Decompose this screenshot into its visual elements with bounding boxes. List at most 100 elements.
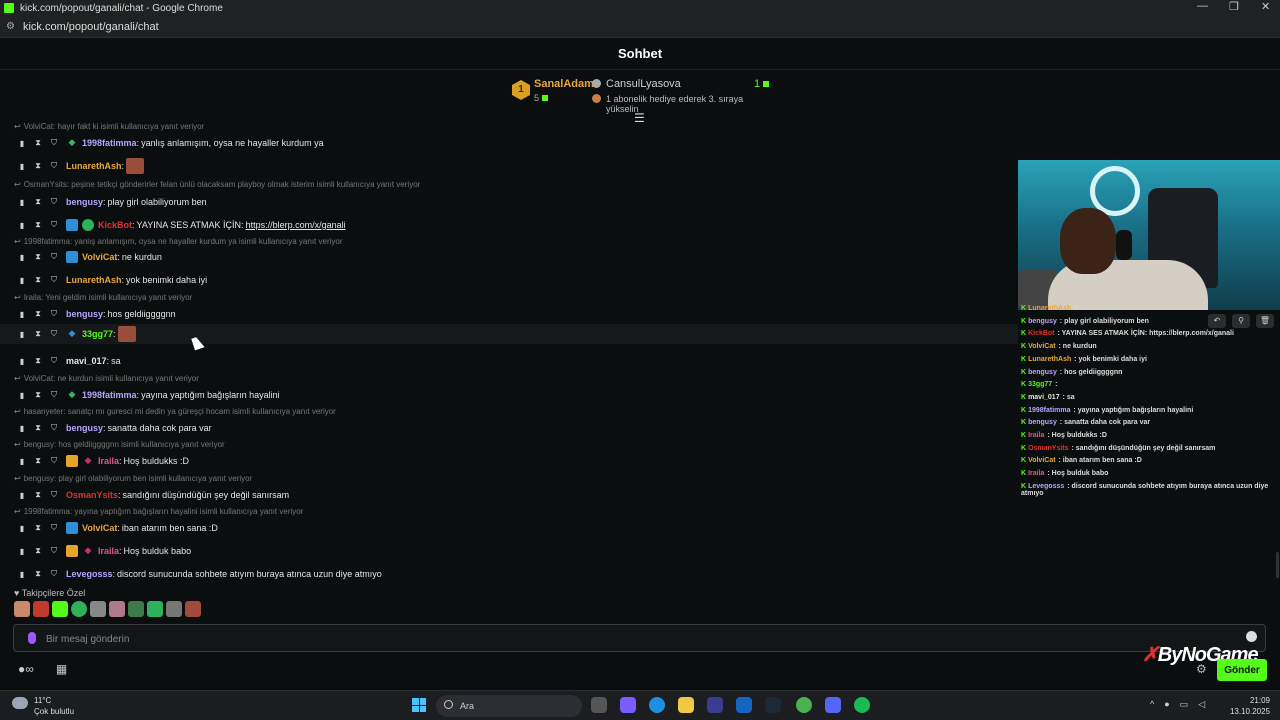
- delete-icon[interactable]: ▮: [18, 310, 26, 319]
- username[interactable]: OsmanYsits: [66, 490, 118, 500]
- network-icon[interactable]: ▭: [1180, 699, 1189, 710]
- delete-icon[interactable]: ▮: [18, 198, 26, 207]
- delete-icon[interactable]: ▮: [18, 162, 26, 171]
- ban-icon[interactable]: ⛉: [50, 490, 58, 500]
- emote-icon[interactable]: [109, 601, 125, 617]
- reply-context[interactable]: ↩ 1998fatimma: yayına yaptığım bağışların…: [0, 505, 1018, 517]
- username[interactable]: LunarethAsh: [66, 161, 122, 171]
- emote-icon[interactable]: [71, 601, 87, 617]
- volume-icon[interactable]: ◁: [1198, 699, 1205, 710]
- timeout-icon[interactable]: ⧗: [34, 546, 42, 556]
- outlook-icon[interactable]: [736, 697, 752, 713]
- timeout-icon[interactable]: ⧗: [34, 161, 42, 171]
- reply-context[interactable]: ↩ VolviCat: hayır fakt ki isimli kullanıc…: [0, 120, 1018, 132]
- message-input-container[interactable]: [13, 624, 1266, 652]
- reward-icon[interactable]: ●∞: [18, 662, 34, 676]
- emote-icon[interactable]: [90, 601, 106, 617]
- username[interactable]: Levegosss: [66, 569, 113, 579]
- delete-icon[interactable]: ▮: [18, 276, 26, 285]
- ban-icon[interactable]: ⛉: [50, 220, 58, 230]
- message-input[interactable]: [46, 630, 1226, 648]
- username[interactable]: 1998fatimma: [82, 138, 137, 148]
- ban-icon[interactable]: ⛉: [50, 252, 58, 262]
- ban-icon[interactable]: ⛉: [50, 197, 58, 207]
- timeout-icon[interactable]: ⧗: [34, 456, 42, 466]
- reply-context[interactable]: ↩ Iraila: Yeni geldim isimli kullanıcıya …: [0, 291, 1018, 303]
- delete-icon[interactable]: ▮: [18, 524, 26, 533]
- reply-context[interactable]: ↩ hasanyeter: sanatçı mı guresci mi dedin…: [0, 405, 1018, 417]
- address-url[interactable]: kick.com/popout/ganali/chat: [23, 21, 159, 33]
- tray-mic-icon[interactable]: ●: [1164, 699, 1169, 710]
- timeout-icon[interactable]: ⧗: [34, 423, 42, 433]
- delete-icon[interactable]: ▮: [18, 221, 26, 230]
- delete-icon[interactable]: ▮: [18, 391, 26, 400]
- timeout-icon[interactable]: ⧗: [34, 220, 42, 230]
- leader-second-name[interactable]: CansulLyasova: [606, 78, 681, 90]
- ban-icon[interactable]: ⛉: [50, 329, 58, 339]
- taskbar-search[interactable]: Ara: [436, 695, 582, 717]
- ban-icon[interactable]: ⛉: [50, 546, 58, 556]
- store-app-icon[interactable]: [707, 697, 723, 713]
- timeout-icon[interactable]: ⧗: [34, 309, 42, 319]
- clock[interactable]: 21:09 13.10.2025: [1226, 695, 1270, 717]
- scrollbar[interactable]: [1276, 552, 1279, 578]
- timeout-icon[interactable]: ⧗: [34, 390, 42, 400]
- store-icon[interactable]: ▦: [56, 662, 67, 676]
- copilot-icon[interactable]: [620, 697, 636, 713]
- windows-start-icon[interactable]: [412, 698, 426, 712]
- username[interactable]: VolviCat: [82, 523, 117, 533]
- send-button[interactable]: Gönder: [1217, 659, 1267, 681]
- weather-widget[interactable]: 11°C Çok bulutlu: [12, 695, 74, 717]
- reply-context[interactable]: ↩ bengusy: play girl olabiliyorum ben isi…: [0, 472, 1018, 484]
- reply-context[interactable]: ↩ bengusy: hos geldiiggggnn isimli kullan…: [0, 438, 1018, 450]
- username[interactable]: VolviCat: [82, 252, 117, 262]
- spotify-icon[interactable]: [854, 697, 870, 713]
- ban-icon[interactable]: ⛉: [50, 309, 58, 319]
- emote-icon[interactable]: [128, 601, 144, 617]
- username[interactable]: Iraila: [98, 546, 119, 556]
- timeout-icon[interactable]: ⧗: [34, 356, 42, 366]
- chat-settings-icon[interactable]: ⚙: [1196, 662, 1207, 676]
- timeout-icon[interactable]: ⧗: [34, 275, 42, 285]
- delete-icon[interactable]: ▮: [18, 424, 26, 433]
- emote-icon[interactable]: [52, 601, 68, 617]
- discord-icon[interactable]: [825, 697, 841, 713]
- timeout-icon[interactable]: ⧗: [34, 329, 42, 339]
- username[interactable]: bengusy: [66, 197, 103, 207]
- delete-icon[interactable]: ▮: [18, 491, 26, 500]
- delete-icon[interactable]: ▮: [18, 547, 26, 556]
- restore-button[interactable]: ❐: [1229, 0, 1239, 13]
- leader-first-name[interactable]: SanalAdam: [534, 78, 594, 90]
- ban-icon[interactable]: ⛉: [50, 161, 58, 171]
- delete-icon[interactable]: ▮: [18, 457, 26, 466]
- reply-context[interactable]: ↩ VolviCat: ne kurdun isimli kullanıcıya …: [0, 372, 1018, 384]
- reply-context[interactable]: ↩ OsmanYsits: peşine tetikçi gönderirler …: [0, 178, 1018, 190]
- username[interactable]: LunarethAsh: [66, 275, 122, 285]
- ban-icon[interactable]: ⛉: [50, 275, 58, 285]
- file-explorer-icon[interactable]: [678, 697, 694, 713]
- timeout-icon[interactable]: ⧗: [34, 252, 42, 262]
- username[interactable]: 1998fatimma: [82, 390, 137, 400]
- chrome-icon[interactable]: [796, 697, 812, 713]
- delete-icon[interactable]: ▮: [18, 253, 26, 262]
- timeout-icon[interactable]: ⧗: [34, 138, 42, 148]
- ban-icon[interactable]: ⛉: [50, 390, 58, 400]
- username[interactable]: mavi_017: [66, 356, 107, 366]
- timeout-icon[interactable]: ⧗: [34, 197, 42, 207]
- delete-icon[interactable]: ▮: [18, 330, 26, 339]
- task-view-icon[interactable]: [591, 697, 607, 713]
- emote-icon[interactable]: [166, 601, 182, 617]
- timeout-icon[interactable]: ⧗: [34, 490, 42, 500]
- emote-icon[interactable]: [185, 601, 201, 617]
- delete-icon[interactable]: ▮: [18, 570, 26, 579]
- undo-icon[interactable]: ↶: [1208, 314, 1226, 328]
- username[interactable]: bengusy: [66, 423, 103, 433]
- emote-icon[interactable]: [147, 601, 163, 617]
- ban-icon[interactable]: ⛉: [50, 523, 58, 533]
- pin-icon[interactable]: ⚲: [1232, 314, 1250, 328]
- ban-icon[interactable]: ⛉: [50, 423, 58, 433]
- ban-icon[interactable]: ⛉: [50, 356, 58, 366]
- site-info-icon[interactable]: ⚙: [6, 21, 15, 32]
- chat-messages[interactable]: ↩ VolviCat: hayır fakt ki isimli kullanıc…: [0, 118, 1018, 582]
- message-link[interactable]: https://blerp.com/x/ganali: [246, 220, 346, 230]
